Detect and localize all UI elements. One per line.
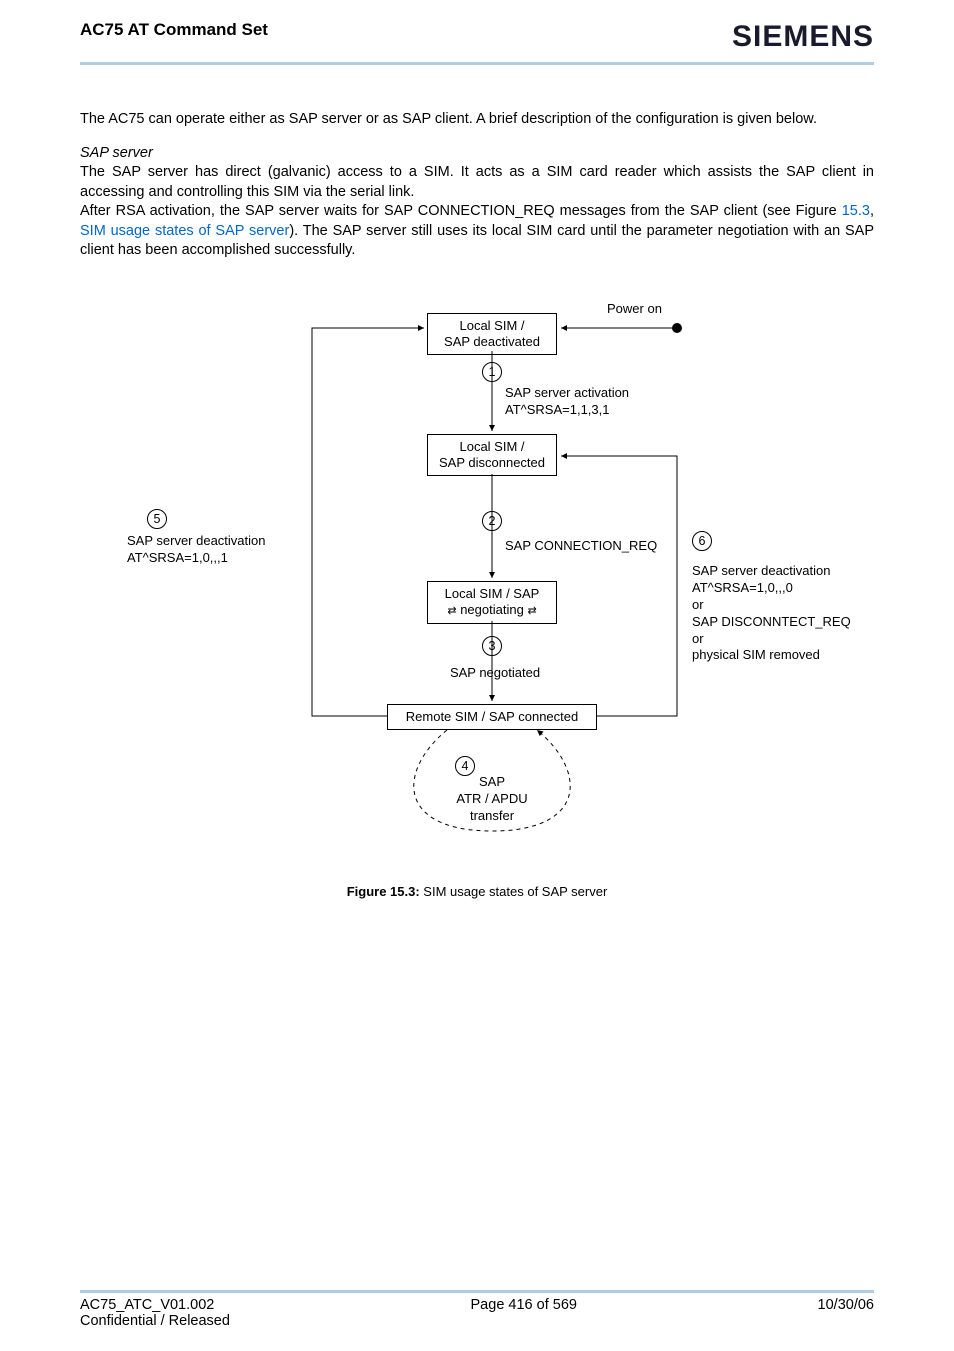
doc-title: AC75 AT Command Set xyxy=(80,20,268,40)
page-footer: AC75_ATC_V01.002 Confidential / Released… xyxy=(80,1290,874,1329)
figure-ref-link[interactable]: 15.3 xyxy=(842,203,870,219)
figure-title-link[interactable]: SIM usage states of SAP server xyxy=(80,223,289,239)
footer-page: Page 416 of 569 xyxy=(471,1297,577,1329)
brand-logo: SIEMENS xyxy=(732,20,874,54)
state-diagram: Power on Local SIM / SAP deactivated 1 S… xyxy=(107,301,847,861)
sap-server-p2: After RSA activation, the SAP server wai… xyxy=(80,202,874,261)
diagram-connectors xyxy=(107,301,847,861)
footer-confidential: Confidential / Released xyxy=(80,1313,230,1329)
figure-container: Power on Local SIM / SAP deactivated 1 S… xyxy=(80,301,874,899)
figure-caption: Figure 15.3: SIM usage states of SAP ser… xyxy=(80,884,874,899)
header-divider xyxy=(80,62,874,65)
sap-server-heading: SAP server xyxy=(80,144,874,164)
page-header: AC75 AT Command Set SIEMENS xyxy=(80,20,874,54)
footer-version: AC75_ATC_V01.002 xyxy=(80,1297,230,1313)
body-content: The AC75 can operate either as SAP serve… xyxy=(80,110,874,261)
footer-divider xyxy=(80,1290,874,1293)
figure-label: Figure 15.3: xyxy=(347,884,420,899)
figure-caption-text: SIM usage states of SAP server xyxy=(420,884,608,899)
sap-server-p1: The SAP server has direct (galvanic) acc… xyxy=(80,163,874,202)
intro-paragraph: The AC75 can operate either as SAP serve… xyxy=(80,110,874,130)
footer-date: 10/30/06 xyxy=(818,1297,874,1329)
